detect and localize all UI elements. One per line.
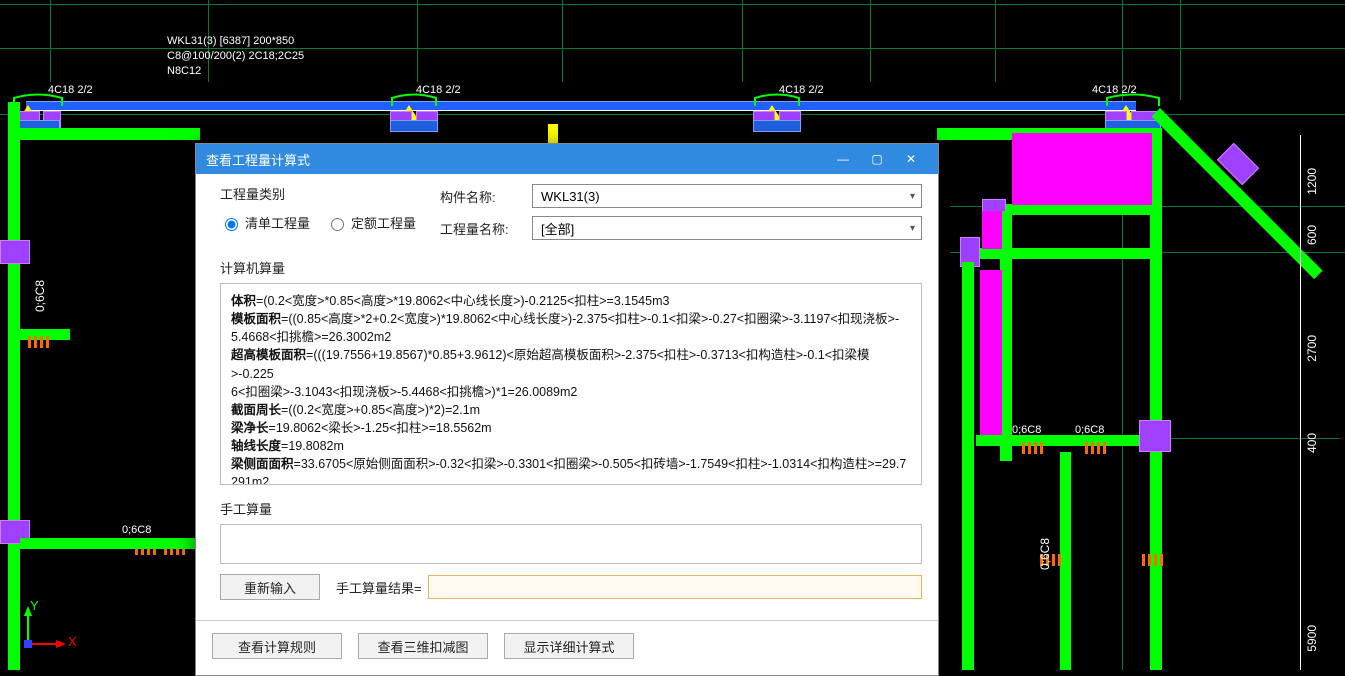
radio-label: 清单工程量 bbox=[245, 213, 310, 232]
structural-beam bbox=[1003, 204, 1153, 215]
calc-label: 轴线长度 bbox=[231, 439, 281, 453]
manual-result-label: 手工算量结果= bbox=[336, 578, 422, 597]
structural-beam bbox=[976, 435, 1161, 446]
beam-stub bbox=[390, 120, 438, 132]
reenter-button[interactable]: 重新输入 bbox=[220, 574, 320, 600]
calc-label: 体积 bbox=[231, 294, 256, 308]
calc-label: 梁侧面面积 bbox=[231, 457, 294, 471]
grid-line bbox=[417, 0, 418, 82]
dimension-label: 600 bbox=[1305, 225, 1319, 245]
dimension-label: 5900 bbox=[1305, 625, 1319, 652]
structural-column bbox=[8, 102, 20, 670]
radio-list-quantity[interactable]: 清单工程量 bbox=[220, 213, 310, 232]
quantity-category-group: 工程量类别 清单工程量 定额工程量 bbox=[220, 184, 416, 240]
calc-formula: =((0.2<宽度>+0.85<高度>)*2)=2.1m bbox=[281, 403, 480, 417]
stirrup-label: 0;6C8 bbox=[33, 280, 47, 312]
column-marker bbox=[1139, 420, 1171, 452]
column-marker bbox=[0, 240, 30, 264]
slab-marker bbox=[980, 270, 1002, 435]
grid-line bbox=[0, 48, 1345, 49]
grid-line bbox=[870, 0, 871, 82]
stirrup-marker bbox=[28, 336, 49, 348]
grid-line bbox=[562, 0, 563, 82]
dimension-label: 1200 bbox=[1305, 168, 1319, 195]
component-name-value: WKL31(3) bbox=[541, 189, 600, 204]
stirrup-label: 0;6C8 bbox=[1075, 424, 1104, 436]
category-title: 工程量类别 bbox=[220, 184, 416, 203]
computer-calc-title: 计算机算量 bbox=[220, 258, 922, 277]
rebar-arc bbox=[751, 92, 803, 108]
quantity-name-label: 工程量名称: bbox=[440, 219, 518, 238]
structural-beam bbox=[20, 538, 200, 549]
manual-result-field[interactable] bbox=[428, 575, 922, 599]
calc-formula: =19.8082m bbox=[281, 439, 344, 453]
stirrup-marker bbox=[1022, 442, 1043, 454]
chevron-down-icon: ▾ bbox=[910, 223, 915, 234]
axis-y-label: Y bbox=[30, 598, 39, 613]
radio-label: 定额工程量 bbox=[351, 213, 416, 232]
structural-column bbox=[962, 262, 974, 670]
calc-label: 截面周长 bbox=[231, 403, 281, 417]
stirrup-marker bbox=[1085, 442, 1106, 454]
calc-label: 梁净长 bbox=[231, 421, 269, 435]
grid-line bbox=[742, 0, 743, 82]
slab-marker bbox=[982, 211, 1002, 249]
stirrup-marker bbox=[1142, 554, 1163, 566]
dimension-label: 2700 bbox=[1305, 335, 1319, 362]
dimension-label: 400 bbox=[1305, 433, 1319, 453]
minimize-button[interactable]: — bbox=[826, 149, 860, 169]
grid-line bbox=[50, 0, 51, 82]
radio-input[interactable] bbox=[225, 218, 238, 231]
close-button[interactable]: ✕ bbox=[894, 149, 928, 169]
calc-formula: 291m2 bbox=[231, 475, 269, 485]
quantity-name-combo[interactable]: [全部] ▾ bbox=[532, 216, 922, 240]
beam-spec-line2: C8@100/200(2) 2C18;2C25 bbox=[167, 50, 304, 62]
radio-input[interactable] bbox=[331, 218, 344, 231]
stirrup-label: 0;6C8 bbox=[1012, 424, 1041, 436]
structural-beam bbox=[1152, 108, 1323, 279]
axis-indicator: Y X bbox=[20, 604, 68, 655]
maximize-button[interactable]: ▢ bbox=[860, 149, 894, 169]
calc-formula: =(0.2<宽度>*0.85<高度>*19.8062<中心线长度>)-0.212… bbox=[256, 294, 669, 308]
computer-calc-area[interactable]: 体积=(0.2<宽度>*0.85<高度>*19.8062<中心线长度>)-0.2… bbox=[220, 283, 922, 485]
calc-formula: =(((19.7556+19.8567)*0.85+3.9612)<原始超高模板… bbox=[231, 348, 870, 380]
component-name-label: 构件名称: bbox=[440, 187, 518, 206]
view-3d-deduction-button[interactable]: 查看三维扣减图 bbox=[358, 633, 488, 659]
dialog-titlebar[interactable]: 查看工程量计算式 — ▢ ✕ bbox=[196, 144, 938, 174]
calc-formula: =33.6705<原始侧面面积>-0.32<扣梁>-0.3301<扣圈梁>-0.… bbox=[294, 457, 907, 471]
beam-spec-line1: WKL31(3) [6387] 200*850 bbox=[167, 35, 294, 47]
manual-calc-input[interactable] bbox=[220, 524, 922, 564]
view-calc-rule-button[interactable]: 查看计算规则 bbox=[212, 633, 342, 659]
show-detailed-formula-button[interactable]: 显示详细计算式 bbox=[504, 633, 634, 659]
calc-label: 超高模板面积 bbox=[231, 348, 306, 362]
calc-formula: 5.4668<扣挑檐>=26.3002m2 bbox=[231, 330, 391, 344]
manual-calc-title: 手工算量 bbox=[220, 499, 922, 518]
stirrup-label: 0;6C8 bbox=[122, 524, 151, 536]
calc-label: 模板面积 bbox=[231, 312, 281, 326]
calc-formula: 6<扣圈梁>-3.1043<扣现浇板>-5.4468<扣挑檐>)*1=26.00… bbox=[231, 385, 577, 399]
structural-beam bbox=[960, 248, 1155, 259]
beam-spec-line3: N8C12 bbox=[167, 65, 201, 77]
rebar-arc bbox=[1103, 92, 1163, 108]
radio-rate-quantity[interactable]: 定额工程量 bbox=[326, 213, 416, 232]
dimension-line bbox=[1300, 135, 1301, 670]
chevron-down-icon: ▾ bbox=[910, 191, 915, 202]
calc-formula: =19.8062<梁长>-1.25<扣柱>=18.5562m bbox=[269, 421, 492, 435]
beam-stub bbox=[753, 120, 801, 132]
stirrup-label: 0;6C8 bbox=[1038, 538, 1052, 570]
grid-line bbox=[995, 0, 996, 82]
axis-x-label: X bbox=[68, 634, 77, 649]
calc-formula: =((0.85<高度>*2+0.2<宽度>)*19.8062<中心线长度>)-2… bbox=[281, 312, 899, 326]
grid-line bbox=[0, 4, 1345, 5]
selected-beam bbox=[26, 101, 1136, 111]
structural-column bbox=[1060, 452, 1071, 670]
calculation-dialog: 查看工程量计算式 — ▢ ✕ 工程量类别 清单工程量 定额工程量 构件名称: bbox=[195, 143, 939, 676]
slab-fill bbox=[1012, 133, 1152, 205]
component-name-combo[interactable]: WKL31(3) ▾ bbox=[532, 184, 922, 208]
grid-line bbox=[1180, 0, 1181, 100]
quantity-name-value: [全部] bbox=[541, 219, 574, 238]
rebar-arc bbox=[388, 92, 440, 108]
structural-beam bbox=[20, 128, 200, 140]
dialog-title: 查看工程量计算式 bbox=[206, 150, 310, 169]
